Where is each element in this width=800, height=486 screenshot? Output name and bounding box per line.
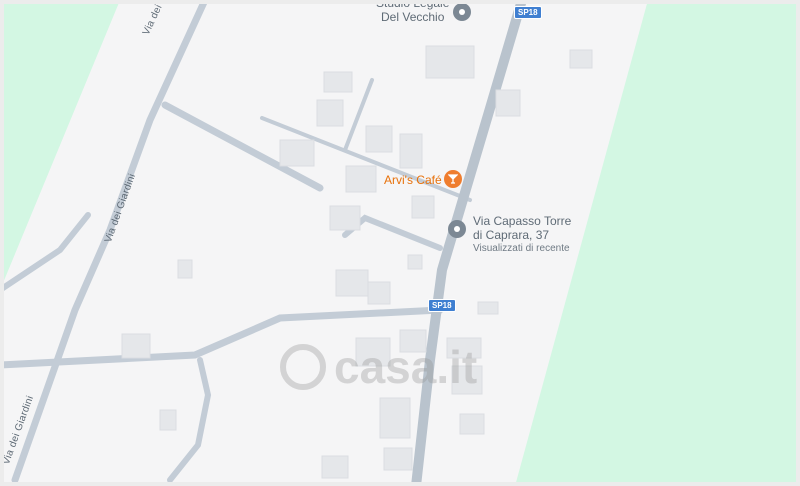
map-pin-icon[interactable] [453, 3, 471, 21]
cocktail-icon[interactable] [444, 170, 462, 188]
map-base [0, 0, 648, 486]
road-shield-sp18-mid: SP18 [428, 299, 456, 312]
map-pin-icon[interactable] [448, 220, 466, 238]
studio-label-line2: Del Vecchio [381, 10, 445, 24]
road-shield-sp18-top: SP18 [514, 6, 542, 19]
watermark-text: casa.it [334, 341, 478, 393]
watermark: casa.it [280, 340, 477, 394]
poi-arvis-cafe[interactable]: Arvi's Café [384, 173, 442, 187]
map-canvas[interactable]: Studio Legale Del Vecchio SP18 Arvi's Ca… [0, 0, 800, 486]
studio-label-line1: Studio Legale [376, 0, 450, 10]
poi-via-capasso[interactable]: Via Capasso Torre di Caprara, 37 Visuali… [473, 214, 571, 256]
poi-studio-legale[interactable]: Studio Legale Del Vecchio [376, 0, 449, 24]
address-sublabel: Visualizzati di recente [473, 243, 570, 254]
address-label-line1: Via Capasso Torre [473, 214, 572, 228]
address-label-line2: di Caprara, 37 [473, 228, 550, 242]
casa-logo-icon [280, 344, 326, 390]
